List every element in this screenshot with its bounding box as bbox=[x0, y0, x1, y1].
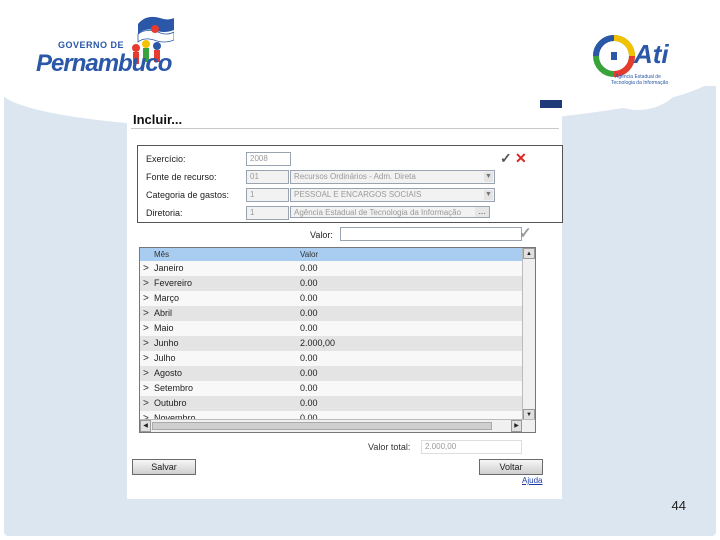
cell-valor: 0.00 bbox=[300, 368, 318, 378]
title-bar bbox=[127, 100, 562, 108]
exercicio-label: Exercício: bbox=[146, 154, 186, 164]
ati-logo: Ati Agência Estadual de Tecnologia da In… bbox=[586, 10, 690, 110]
diretoria-field[interactable]: Agência Estadual de Tecnologia da Inform… bbox=[290, 206, 490, 218]
cell-mes: Setembro bbox=[154, 383, 194, 393]
row-select-arrow-icon[interactable]: > bbox=[143, 336, 149, 351]
table-row[interactable]: > Fevereiro 0.00 bbox=[140, 276, 523, 291]
include-dialog: Incluir... Exercício: 2008 ✓ ✕ Fonte de … bbox=[127, 100, 563, 499]
table-row[interactable]: > Maio 0.00 bbox=[140, 321, 523, 336]
grid-header: Mês Valor bbox=[140, 248, 523, 261]
grid-header-mes[interactable]: Mês bbox=[154, 248, 169, 261]
scroll-up-icon[interactable]: ▲ bbox=[523, 248, 535, 259]
cell-mes: Março bbox=[154, 293, 180, 303]
pernambuco-logo: GOVERNO DE Pernambuco bbox=[34, 12, 175, 78]
cell-mes: Janeiro bbox=[154, 263, 184, 273]
browse-dots-button[interactable]: ... bbox=[475, 207, 489, 217]
grid-header-valor[interactable]: Valor bbox=[300, 248, 318, 261]
row-select-arrow-icon[interactable]: > bbox=[143, 291, 149, 306]
table-row[interactable]: > Março 0.00 bbox=[140, 291, 523, 306]
fonte-select-value: Recursos Ordinários - Adm. Direta bbox=[294, 172, 416, 181]
monthly-values-grid: Mês Valor > Janeiro 0.00 > Fevereiro 0.00 > Mar… bbox=[139, 247, 536, 433]
categoria-select-value: PESSOAL E ENCARGOS SOCIAIS bbox=[294, 190, 422, 199]
row-select-arrow-icon[interactable]: > bbox=[143, 261, 149, 276]
cell-mes: Maio bbox=[154, 323, 174, 333]
fonte-label: Fonte de recurso: bbox=[146, 172, 217, 182]
row-select-arrow-icon[interactable]: > bbox=[143, 381, 149, 396]
fonte-row: Fonte de recurso: 01 Recursos Ordinários… bbox=[138, 170, 562, 184]
title-bar-accent bbox=[540, 100, 562, 108]
total-label: Valor total: bbox=[368, 442, 411, 452]
budget-form: Exercício: 2008 ✓ ✕ Fonte de recurso: 01… bbox=[137, 145, 563, 223]
cell-valor: 0.00 bbox=[300, 353, 318, 363]
cell-mes: Junho bbox=[154, 338, 179, 348]
cell-mes: Agosto bbox=[154, 368, 183, 378]
table-row[interactable]: > Agosto 0.00 bbox=[140, 366, 523, 381]
title-divider bbox=[131, 128, 559, 129]
cell-valor: 0.00 bbox=[300, 398, 318, 408]
cell-mes: Abril bbox=[154, 308, 173, 318]
table-row[interactable]: > Junho 2.000,00 bbox=[140, 336, 523, 351]
cell-valor: 0.00 bbox=[300, 383, 318, 393]
row-select-arrow-icon[interactable]: > bbox=[143, 366, 149, 381]
row-select-arrow-icon[interactable]: > bbox=[143, 321, 149, 336]
pernambuco-logo-line1: GOVERNO DE bbox=[58, 40, 125, 50]
table-row[interactable]: > Outubro 0.00 bbox=[140, 396, 523, 411]
row-select-arrow-icon[interactable]: > bbox=[143, 306, 149, 321]
categoria-label: Categoria de gastos: bbox=[146, 190, 230, 200]
save-button[interactable]: Salvar bbox=[132, 459, 196, 475]
cell-mes: Outubro bbox=[154, 398, 187, 408]
cell-valor: 0.00 bbox=[300, 293, 318, 303]
scroll-right-icon[interactable]: ▶ bbox=[511, 420, 522, 432]
table-row[interactable]: > Setembro 0.00 bbox=[140, 381, 523, 396]
table-row[interactable]: > Abril 0.00 bbox=[140, 306, 523, 321]
pernambuco-logo-line2: Pernambuco bbox=[36, 50, 172, 77]
diretoria-value: Agência Estadual de Tecnologia da Inform… bbox=[294, 208, 462, 217]
confirm-check-icon[interactable]: ✓ bbox=[500, 151, 512, 165]
vertical-scrollbar[interactable]: ▲ ▼ bbox=[522, 248, 535, 420]
row-select-arrow-icon[interactable]: > bbox=[143, 351, 149, 366]
cell-valor: 0.00 bbox=[300, 323, 318, 333]
categoria-row: Categoria de gastos: 1 PESSOAL E ENCARGO… bbox=[138, 188, 562, 202]
row-select-arrow-icon[interactable]: > bbox=[143, 276, 149, 291]
categoria-code-input[interactable]: 1 bbox=[246, 188, 289, 202]
valor-label: Valor: bbox=[310, 230, 333, 240]
categoria-select[interactable]: PESSOAL E ENCARGOS SOCIAIS ▼ bbox=[290, 188, 495, 202]
exercicio-row: Exercício: 2008 ✓ ✕ bbox=[138, 151, 562, 166]
table-row[interactable]: > Julho 0.00 bbox=[140, 351, 523, 366]
diretoria-row: Diretoria: 1 Agência Estadual de Tecnolo… bbox=[138, 206, 562, 220]
fonte-select[interactable]: Recursos Ordinários - Adm. Direta ▼ bbox=[290, 170, 495, 184]
chevron-down-icon[interactable]: ▼ bbox=[484, 172, 493, 182]
dialog-title: Incluir... bbox=[133, 112, 183, 127]
total-value: 2.000,00 bbox=[421, 440, 522, 454]
cell-mes: Fevereiro bbox=[154, 278, 193, 288]
back-button[interactable]: Voltar bbox=[479, 459, 543, 475]
table-row[interactable]: > Janeiro 0.00 bbox=[140, 261, 523, 276]
cell-valor: 0.00 bbox=[300, 278, 318, 288]
cell-valor: 2.000,00 bbox=[300, 338, 336, 348]
fonte-code-input[interactable]: 01 bbox=[246, 170, 289, 184]
slide-number: 44 bbox=[671, 498, 686, 513]
horizontal-scrollbar[interactable]: ◀ ▶ bbox=[140, 419, 535, 432]
ati-logo-subtitle-2: Tecnologia da Informação bbox=[611, 80, 669, 86]
diretoria-label: Diretoria: bbox=[146, 208, 183, 218]
cell-mes: Julho bbox=[154, 353, 176, 363]
valor-input[interactable] bbox=[340, 227, 522, 241]
cell-valor: 0.00 bbox=[300, 308, 318, 318]
ati-logo-mark: Ati bbox=[634, 39, 669, 69]
apply-check-icon[interactable]: ✓ bbox=[519, 224, 532, 242]
help-link[interactable]: Ajuda bbox=[522, 476, 542, 485]
chevron-down-icon[interactable]: ▼ bbox=[484, 190, 493, 200]
scroll-left-icon[interactable]: ◀ bbox=[140, 420, 151, 432]
row-select-arrow-icon[interactable]: > bbox=[143, 396, 149, 411]
cell-valor: 0.00 bbox=[300, 263, 318, 273]
cancel-x-icon[interactable]: ✕ bbox=[515, 151, 527, 165]
exercicio-input[interactable]: 2008 bbox=[246, 152, 291, 166]
horizontal-scroll-thumb[interactable] bbox=[152, 422, 492, 430]
diretoria-code-input[interactable]: 1 bbox=[246, 206, 289, 220]
